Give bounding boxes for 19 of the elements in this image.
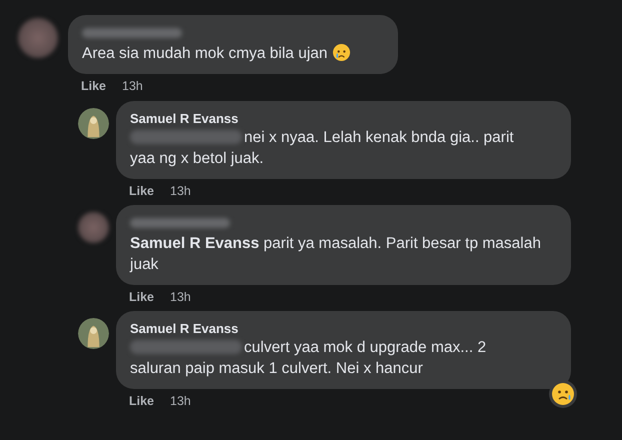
avatar[interactable]	[78, 318, 109, 349]
comment-time[interactable]: 13h	[122, 79, 143, 93]
comment-time[interactable]: 13h	[170, 290, 191, 304]
comment-time[interactable]: 13h	[170, 184, 191, 198]
comment-text: Area sia mudah mok cmya bila ujan	[82, 45, 328, 62]
comment-text: culvert yaa mok d upgrade max... 2 saluran paip masuk 1 culvert. Nei x hancur	[130, 339, 486, 377]
like-link[interactable]: Like	[129, 184, 154, 198]
like-link[interactable]: Like	[81, 79, 106, 93]
blurred-avatar[interactable]	[18, 18, 58, 58]
comment-text: Samuel R Evanss parit ya masalah. Parit besar tp masalah juak	[130, 235, 541, 273]
author-name[interactable]: Samuel R Evanss	[130, 110, 541, 127]
comment-text: nei x nyaa. Lelah kenak bnda gia.. parit yaa ng x betol juak.	[130, 129, 514, 167]
blurred-avatar[interactable]	[78, 212, 109, 243]
like-link[interactable]: Like	[129, 394, 154, 408]
comment-time[interactable]: 13h	[170, 394, 191, 408]
avatar[interactable]	[78, 108, 109, 139]
like-link[interactable]: Like	[129, 290, 154, 304]
sad-face-icon[interactable]	[549, 380, 577, 408]
author-name[interactable]: Samuel R Evanss	[130, 320, 541, 337]
